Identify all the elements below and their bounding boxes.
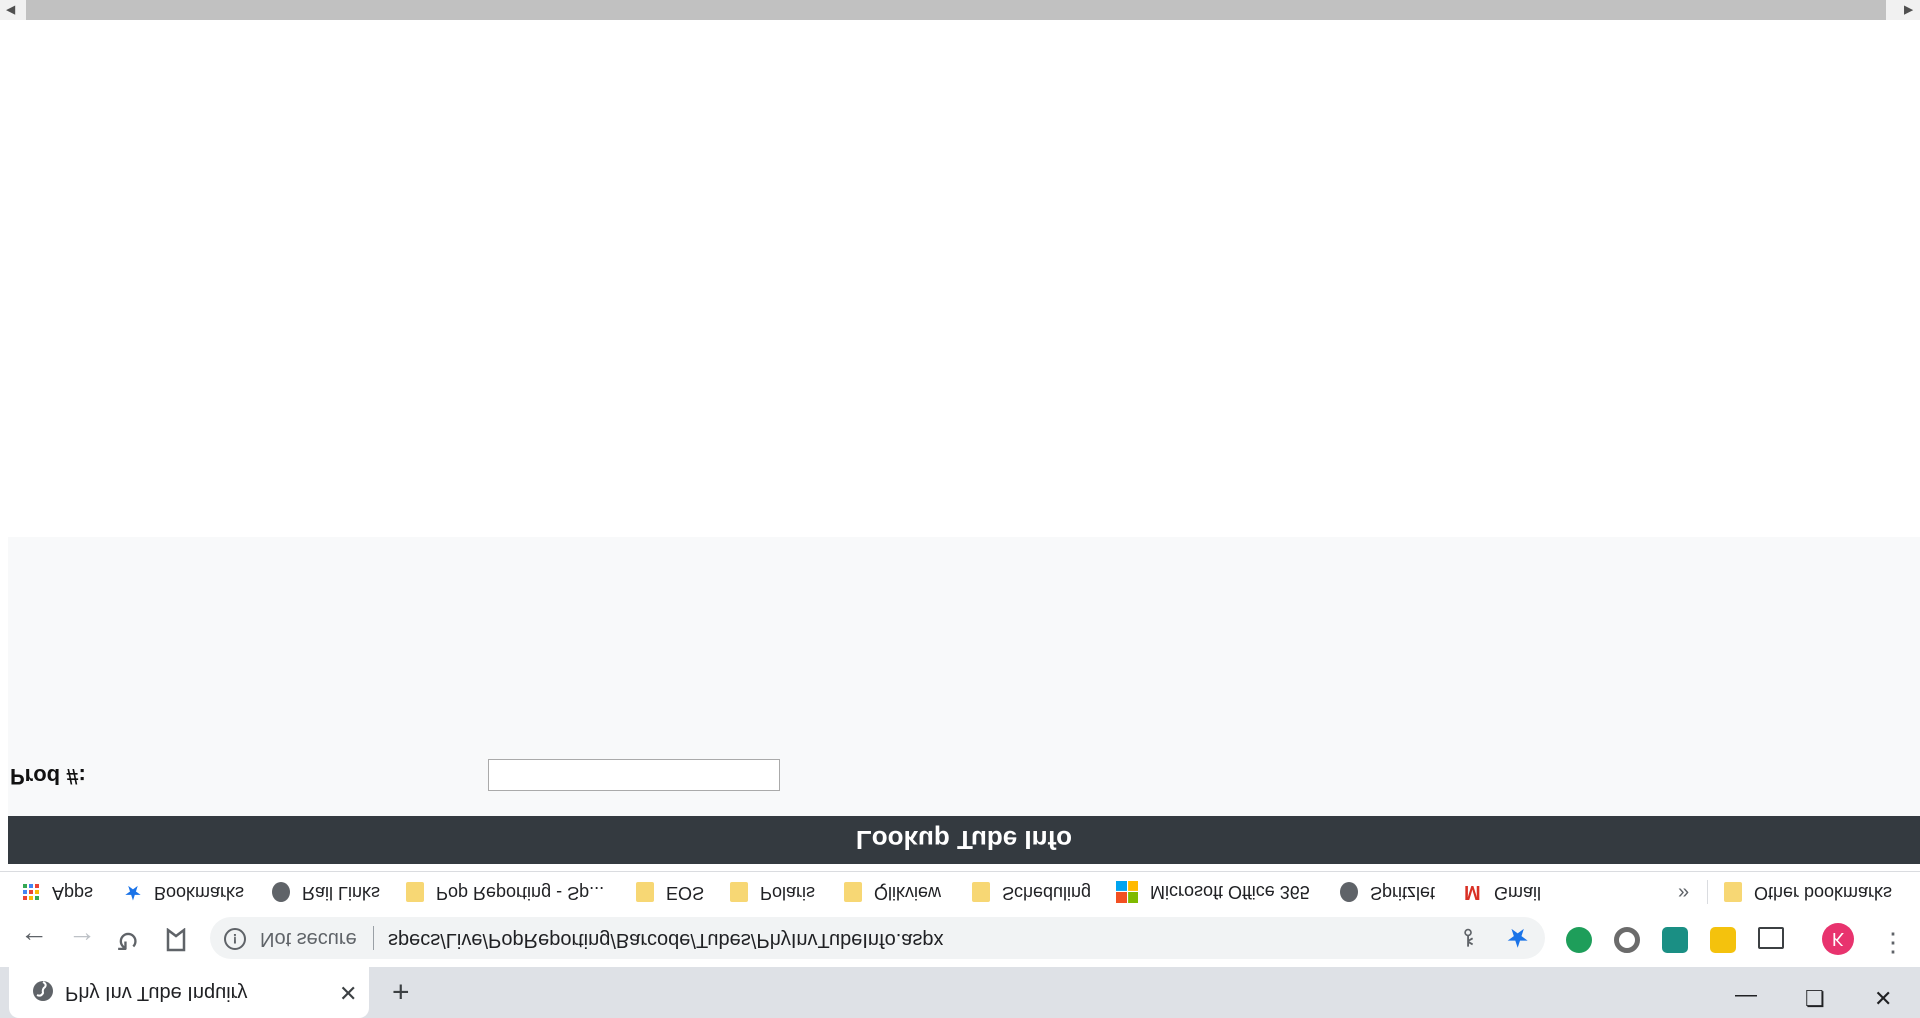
menu-icon[interactable]: ⋮ <box>1880 928 1906 959</box>
folder-icon <box>972 882 990 903</box>
bookmark-label: Pop Reporting - Sp... <box>436 883 605 903</box>
url-text[interactable]: specs/Live/PopReporting/Barcode/Tubes/Ph… <box>388 928 944 951</box>
scroll-left-icon[interactable]: ◀ <box>6 4 15 18</box>
bookmark-eos[interactable]: EOS <box>636 882 704 903</box>
bookmark-label: Spritzlet <box>1370 883 1436 903</box>
new-tab-button[interactable]: + <box>392 974 410 1008</box>
reload-button[interactable]: ↻ <box>116 924 139 957</box>
lookup-panel: Lookup Tube Info Prod #: <box>8 537 1920 864</box>
address-bar[interactable]: ! Not secure specs/Live/PopReporting/Bar… <box>210 917 1545 959</box>
bookmark-scheduling[interactable]: Scheduling <box>972 882 1091 903</box>
folder-icon <box>406 882 424 903</box>
prod-input[interactable] <box>488 759 780 791</box>
extension-green-icon[interactable] <box>1566 927 1592 953</box>
tab-close-icon[interactable]: ✕ <box>339 979 357 1005</box>
star-icon: ★ <box>124 881 142 904</box>
globe-icon <box>33 981 53 1001</box>
folder-icon <box>730 882 748 903</box>
bookmark-pop-reporting[interactable]: Pop Reporting - Sp... <box>406 882 604 903</box>
omnibox-divider <box>373 926 374 950</box>
bookmark-label: Gmail <box>1494 883 1542 903</box>
bookmark-label: Rail Links <box>302 883 381 903</box>
folder-icon <box>1724 882 1742 903</box>
horizontal-scrollbar[interactable]: ◀ ▶ <box>0 0 1920 20</box>
bookmark-gmail[interactable]: M Gmail <box>1464 881 1542 904</box>
bookmark-label: Microsoft Office 365 <box>1150 882 1310 903</box>
bookmark-label: EOS <box>666 883 705 903</box>
bookmark-label: Polaris <box>760 883 816 903</box>
bookmark-spritzlet[interactable]: Spritzlet <box>1340 882 1435 903</box>
bookmark-office-365[interactable]: Microsoft Office 365 <box>1116 881 1310 903</box>
globe-icon <box>272 882 290 903</box>
mirrored-screen: Phy Inv Tube Inquiry ✕ + — ❐ ✕ ← → ↻ ! N… <box>0 0 1920 1018</box>
tab-title: Phy Inv Tube Inquiry <box>65 982 248 1004</box>
bookmarks-overflow-icon[interactable]: » <box>1678 881 1689 904</box>
bookmark-rail-links[interactable]: Rail Links <box>272 882 380 903</box>
key-icon[interactable]: ⚷ <box>1460 925 1476 951</box>
extension-teal-icon[interactable] <box>1662 927 1688 953</box>
browser-tab[interactable]: Phy Inv Tube Inquiry ✕ <box>9 967 369 1018</box>
star-icon[interactable]: ★ <box>1506 922 1529 953</box>
bookmark-label: Scheduling <box>1002 883 1092 903</box>
bookmark-apps[interactable]: Apps <box>22 882 93 903</box>
bookmark-qlikview[interactable]: Qlikview <box>844 882 941 903</box>
bookmark-label: Bookmarks <box>154 883 245 903</box>
globe-icon <box>1340 882 1358 903</box>
folder-icon <box>636 882 654 903</box>
back-button[interactable]: ← <box>20 925 48 957</box>
extension-yellow-icon[interactable] <box>1710 927 1736 953</box>
ms-office-icon <box>1116 881 1138 903</box>
scrollbar-thumb[interactable] <box>26 0 1886 20</box>
bookmark-bookmarks[interactable]: ★ Bookmarks <box>124 881 245 904</box>
tab-strip: Phy Inv Tube Inquiry ✕ + — ❐ ✕ <box>0 967 1920 1018</box>
security-label[interactable]: Not secure <box>260 927 357 950</box>
extension-ring-icon[interactable] <box>1614 927 1640 953</box>
prod-label: Prod #: <box>10 764 86 789</box>
bookmark-label: Other bookmarks <box>1754 883 1893 903</box>
browser-toolbar: ← → ↻ ! Not secure specs/Live/PopReporti… <box>0 912 1920 967</box>
gmail-icon: M <box>1464 881 1481 904</box>
bookmark-label: Qlikview <box>874 883 942 903</box>
folder-icon <box>844 882 862 903</box>
close-window-button[interactable]: ✕ <box>1874 984 1892 1010</box>
minimize-button[interactable]: — <box>1735 984 1757 1010</box>
bookmarks-divider <box>1707 880 1708 904</box>
bookmark-other[interactable]: Other bookmarks <box>1724 882 1892 903</box>
bookmark-polaris[interactable]: Polaris <box>730 882 815 903</box>
bookmark-label: Apps <box>52 883 94 903</box>
scroll-right-icon[interactable]: ▶ <box>1904 4 1913 18</box>
lookup-header: Lookup Tube Info <box>8 816 1920 864</box>
bookmark-save-icon[interactable] <box>165 928 187 952</box>
apps-grid-icon <box>23 884 39 901</box>
restore-button[interactable]: ❐ <box>1805 984 1825 1010</box>
bookmarks-bar: Apps ★ Bookmarks Rail Links Pop Reportin… <box>0 871 1920 912</box>
page-content: Lookup Tube Info Prod #: <box>0 20 1920 871</box>
screen-capture-icon[interactable] <box>1758 927 1784 949</box>
info-icon[interactable]: ! <box>224 928 246 950</box>
forward-button[interactable]: → <box>68 925 96 957</box>
avatar[interactable]: K <box>1822 923 1854 955</box>
